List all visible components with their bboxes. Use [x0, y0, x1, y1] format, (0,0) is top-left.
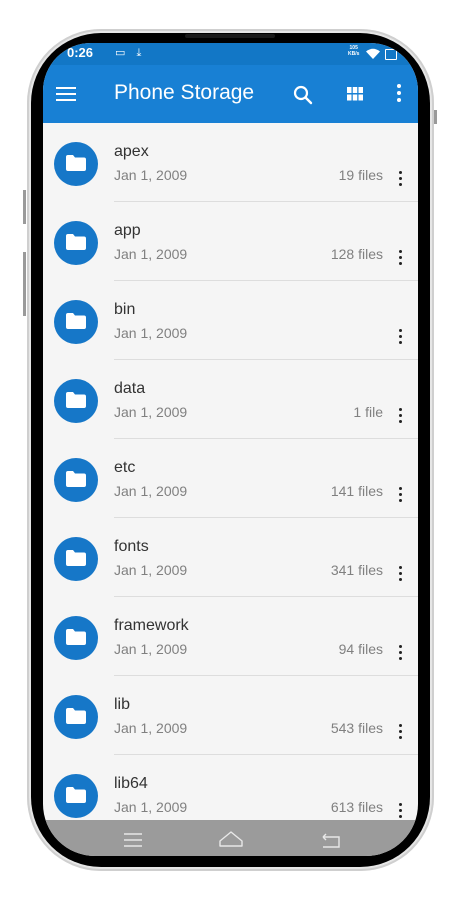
file-row[interactable]: fonts Jan 1, 2009 341 files	[43, 518, 418, 597]
more-vert-icon[interactable]	[398, 566, 404, 582]
folder-icon	[54, 142, 98, 186]
battery-icon	[385, 49, 397, 60]
file-row[interactable]: lib Jan 1, 2009 543 files	[43, 676, 418, 755]
home-icon[interactable]	[218, 830, 244, 848]
network-speed-unit: KB/s	[348, 51, 360, 57]
file-name: framework	[114, 617, 189, 634]
file-name: apex	[114, 143, 149, 160]
file-row[interactable]: data Jan 1, 2009 1 file	[43, 360, 418, 439]
folder-icon	[54, 221, 98, 265]
menu-icon[interactable]	[56, 86, 76, 102]
file-date: Jan 1, 2009	[114, 246, 188, 262]
grid-view-icon[interactable]	[347, 87, 363, 101]
status-time: 0:26	[67, 45, 94, 60]
file-date: Jan 1, 2009	[114, 562, 188, 578]
phone-side-button	[23, 252, 26, 316]
file-count: 94 files	[338, 641, 383, 657]
file-count: 543 files	[330, 720, 383, 736]
wifi-icon	[366, 48, 380, 59]
folder-icon	[54, 695, 98, 739]
more-vert-icon[interactable]	[398, 329, 404, 345]
file-row[interactable]: app Jan 1, 2009 128 files	[43, 202, 418, 281]
file-date: Jan 1, 2009	[114, 404, 188, 420]
file-date: Jan 1, 2009	[114, 720, 188, 736]
more-vert-icon[interactable]	[395, 84, 403, 104]
file-name: etc	[114, 459, 136, 476]
folder-icon	[54, 616, 98, 660]
speaker-grille	[185, 34, 275, 38]
app-bar: Phone Storage	[43, 65, 418, 123]
file-count: 19 files	[338, 167, 383, 183]
file-date: Jan 1, 2009	[114, 167, 188, 183]
status-bar: 0:26 ▭ ⤓ 105 KB/s	[43, 43, 418, 65]
file-date: Jan 1, 2009	[114, 641, 188, 657]
file-date: Jan 1, 2009	[114, 799, 188, 815]
phone-side-button	[23, 190, 26, 224]
folder-icon	[54, 300, 98, 344]
folder-icon	[54, 458, 98, 502]
file-name: lib	[114, 696, 131, 713]
more-vert-icon[interactable]	[398, 645, 404, 661]
phone-screen: 0:26 ▭ ⤓ 105 KB/s Phone Storage apex Jan…	[43, 43, 418, 856]
more-vert-icon[interactable]	[398, 487, 404, 503]
file-row[interactable]: etc Jan 1, 2009 141 files	[43, 439, 418, 518]
more-vert-icon[interactable]	[398, 724, 404, 740]
file-name: app	[114, 222, 141, 239]
folder-icon	[54, 379, 98, 423]
file-count: 128 files	[330, 246, 383, 262]
search-icon[interactable]	[292, 84, 314, 106]
file-date: Jan 1, 2009	[114, 325, 188, 341]
page-title: Phone Storage	[114, 81, 255, 104]
phone-side-button	[434, 110, 437, 124]
file-row[interactable]: apex Jan 1, 2009 19 files	[43, 123, 418, 202]
recents-icon[interactable]	[123, 833, 143, 847]
file-name: lib64	[114, 775, 148, 792]
file-count: 1 file	[353, 404, 383, 420]
file-name: fonts	[114, 538, 149, 555]
network-speed: 105 KB/s	[348, 45, 359, 57]
back-icon[interactable]	[320, 832, 342, 848]
more-vert-icon[interactable]	[398, 408, 404, 424]
more-vert-icon[interactable]	[398, 803, 404, 819]
folder-icon	[54, 774, 98, 818]
file-row[interactable]: framework Jan 1, 2009 94 files	[43, 597, 418, 676]
more-vert-icon[interactable]	[398, 250, 404, 266]
file-count: 141 files	[330, 483, 383, 499]
file-count: 613 files	[330, 799, 383, 815]
file-row[interactable]: lib64 Jan 1, 2009 613 files	[43, 755, 418, 820]
file-list: apex Jan 1, 2009 19 files app Jan 1, 2009 128…	[43, 123, 418, 820]
file-name: data	[114, 380, 146, 397]
file-date: Jan 1, 2009	[114, 483, 188, 499]
file-name: bin	[114, 301, 136, 318]
file-count: 341 files	[330, 562, 383, 578]
folder-icon	[54, 537, 98, 581]
notification-icons: ▭ ⤓	[115, 47, 146, 59]
file-row[interactable]: bin Jan 1, 2009	[43, 281, 418, 360]
navigation-bar	[43, 820, 418, 856]
more-vert-icon[interactable]	[398, 171, 404, 187]
